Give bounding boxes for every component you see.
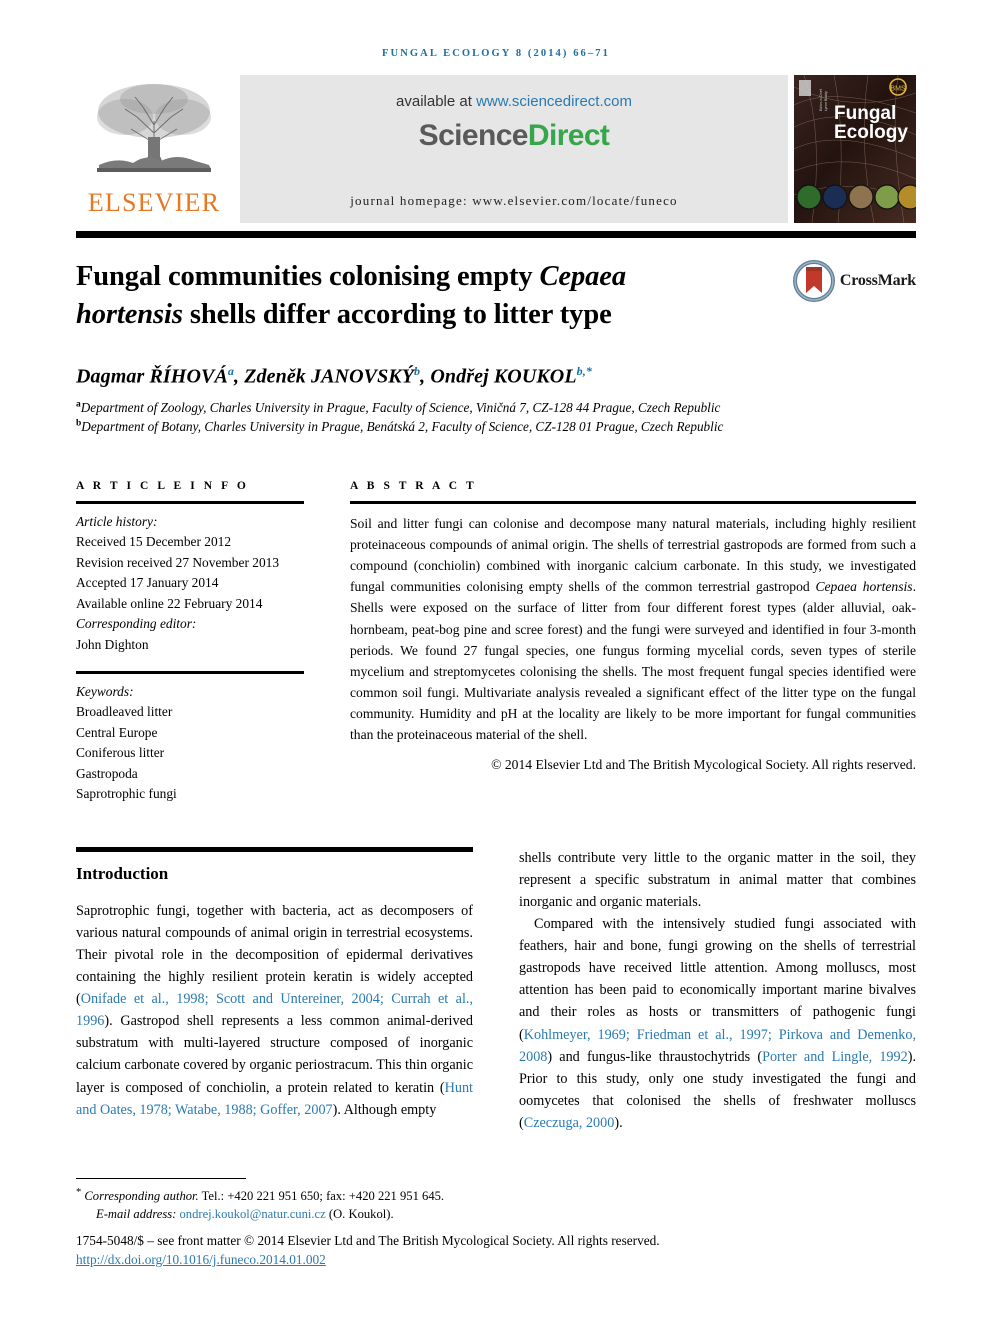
- intro-left-text-2: ). Gastropod shell represents a less com…: [76, 1013, 473, 1096]
- abstract-text: Soil and litter fungi can colonise and d…: [350, 504, 916, 745]
- article-revision: Revision received 27 November 2013: [76, 554, 280, 570]
- corresponding-author-contact: Tel.: +420 221 951 650; fax: +420 221 95…: [198, 1189, 445, 1204]
- abstract-part-2: . Shells were exposed on the surface of …: [350, 579, 916, 743]
- sciencedirect-logo-direct: Direct: [527, 119, 610, 152]
- intro-right-text-2: ) and fungus-like thraustochytrids (: [547, 1048, 763, 1065]
- article-history: Article history: Received 15 December 20…: [76, 504, 304, 656]
- article-received: Received 15 December 2012: [76, 534, 232, 550]
- abstract-species-name: Cepaea hortensis: [815, 579, 913, 595]
- abstract-copyright: © 2014 Elsevier Ltd and The British Myco…: [491, 757, 916, 773]
- keyword-item: Central Europe: [76, 724, 158, 740]
- elsevier-tree-icon: [97, 84, 211, 172]
- email-suffix: (O. Koukol).: [325, 1207, 394, 1222]
- corresponding-author-footnote: * Corresponding author. Tel.: +420 221 9…: [76, 1186, 916, 1206]
- svg-text:Ecology: Ecology: [834, 122, 908, 143]
- affiliation-a: aDepartment of Zoology, Charles Universi…: [76, 398, 756, 417]
- email-label: E-mail address:: [96, 1207, 180, 1222]
- title-genus: Cepaea: [539, 261, 627, 292]
- author-3[interactable]: Ondřej KOUKOL: [430, 365, 576, 387]
- sciencedirect-logo-science: Science: [418, 119, 529, 152]
- available-at-label: available at: [396, 93, 472, 110]
- introduction-paragraph-left: Saprotrophic fungi, together with bacter…: [76, 900, 473, 1121]
- intro-right-text-4: ).: [614, 1114, 623, 1131]
- frontmatter-line: 1754-5048/$ – see front matter © 2014 El…: [76, 1232, 660, 1248]
- introduction-paragraph-right-1: shells contribute very little to the org…: [519, 849, 916, 911]
- author-sep-2: ,: [420, 365, 431, 388]
- svg-text:Lynne Boddy: Lynne Boddy: [824, 91, 828, 111]
- email-footnote: E-mail address: ondrej.koukol@natur.cuni…: [76, 1206, 916, 1224]
- svg-text:BMS: BMS: [890, 86, 906, 93]
- masthead: ELSEVIER available at www.sciencedirect.…: [76, 75, 916, 223]
- article-info-column: A R T I C L E I N F O Article history: R…: [76, 480, 304, 805]
- keyword-item: Coniferous litter: [76, 745, 165, 761]
- author-3-affil-marker: b,*: [576, 363, 592, 378]
- elsevier-logo[interactable]: ELSEVIER: [76, 75, 232, 223]
- sciencedirect-link[interactable]: www.sciencedirect.com: [476, 93, 632, 110]
- keywords-label: Keywords:: [76, 683, 134, 699]
- footnote-region: * Corresponding author. Tel.: +420 221 9…: [76, 1178, 916, 1269]
- affiliation-a-text: Department of Zoology, Charles Universit…: [80, 400, 721, 416]
- article-history-label: Article history:: [76, 513, 158, 529]
- footnote-rule: [76, 1178, 246, 1179]
- elsevier-wordmark: ELSEVIER: [87, 188, 221, 217]
- intro-right-text-1: Compared with the intensively studied fu…: [519, 916, 916, 1043]
- keyword-item: Broadleaved litter: [76, 704, 173, 720]
- abstract-column: A B S T R A C T Soil and litter fungi ca…: [350, 480, 916, 805]
- author-1[interactable]: Dagmar ŘÍHOVÁ: [76, 365, 228, 387]
- corresponding-editor-name: John Dighton: [76, 636, 149, 652]
- affiliation-b: bDepartment of Botany, Charles Universit…: [76, 417, 756, 436]
- doi-link[interactable]: http://dx.doi.org/10.1016/j.funeco.2014.…: [76, 1252, 326, 1267]
- journal-homepage[interactable]: journal homepage: www.elsevier.com/locat…: [240, 193, 788, 209]
- body-column-right: shells contribute very little to the org…: [519, 847, 916, 1134]
- svg-text:Fungal: Fungal: [834, 103, 896, 124]
- author-sep-1: ,: [234, 365, 245, 388]
- available-at-line: available at www.sciencedirect.com: [396, 93, 632, 110]
- crossmark-badge[interactable]: CrossMark: [792, 260, 916, 302]
- page-title: Fungal communities colonising empty Cepa…: [76, 258, 736, 334]
- body-column-left: Introduction Saprotrophic fungi, togethe…: [76, 846, 473, 1134]
- affiliation-list: aDepartment of Zoology, Charles Universi…: [76, 398, 756, 436]
- title-species: hortensis: [76, 298, 183, 330]
- author-2[interactable]: Zdeněk JANOVSKÝ: [244, 365, 414, 387]
- journal-cover[interactable]: BMS Fungal Ecology Editor-in-Chief Lynne…: [794, 75, 916, 223]
- introduction-heading: Introduction: [76, 863, 169, 883]
- keyword-item: Saprotrophic fungi: [76, 786, 177, 802]
- title-line1-pre: Fungal communities colonising empty: [76, 261, 540, 292]
- corresponding-author-label: Corresponding author.: [84, 1189, 199, 1204]
- svg-text:Editor-in-Chief: Editor-in-Chief: [819, 89, 823, 111]
- abstract-heading: A B S T R A C T: [350, 480, 477, 493]
- citation-link[interactable]: Czeczuga, 2000: [524, 1115, 615, 1131]
- introduction-rule: [76, 846, 473, 852]
- running-head: FUNGAL ECOLOGY 8 (2014) 66–71: [382, 48, 610, 59]
- introduction-paragraph-right-2: Compared with the intensively studied fu…: [519, 913, 916, 1134]
- corresponding-author-marker: *: [76, 1187, 82, 1198]
- article-info-heading: A R T I C L E I N F O: [76, 480, 249, 493]
- email-link[interactable]: ondrej.koukol@natur.cuni.cz: [179, 1207, 325, 1221]
- article-accepted: Accepted 17 January 2014: [76, 575, 219, 591]
- sciencedirect-logo[interactable]: ScienceDirect: [419, 119, 610, 153]
- title-line2-post: shells differ according to litter type: [182, 298, 612, 330]
- crossmark-label: CrossMark: [839, 272, 916, 289]
- intro-left-text-3: ). Although empty: [332, 1101, 437, 1118]
- title-area: Fungal communities colonising empty Cepa…: [76, 258, 916, 334]
- sciencedirect-panel: available at www.sciencedirect.com Scien…: [240, 75, 788, 223]
- corresponding-editor-label: Corresponding editor:: [76, 616, 197, 632]
- crossmark-icon: [792, 260, 835, 302]
- masthead-divider: [76, 231, 916, 238]
- keyword-item: Gastropoda: [76, 765, 138, 781]
- author-list: Dagmar ŘÍHOVÁa, Zdeněk JANOVSKÝb, Ondřej…: [76, 364, 916, 389]
- citation-link[interactable]: Porter and Lingle, 1992: [762, 1049, 908, 1065]
- body-region: Introduction Saprotrophic fungi, togethe…: [76, 846, 916, 1134]
- affiliation-b-text: Department of Botany, Charles University…: [81, 419, 724, 435]
- info-abstract-region: A R T I C L E I N F O Article history: R…: [76, 480, 916, 805]
- journal-cover-image: BMS Fungal Ecology Editor-in-Chief Lynne…: [794, 75, 916, 223]
- article-available-online: Available online 22 February 2014: [76, 595, 263, 611]
- keywords-block: Keywords: Broadleaved litter Central Eur…: [76, 674, 304, 805]
